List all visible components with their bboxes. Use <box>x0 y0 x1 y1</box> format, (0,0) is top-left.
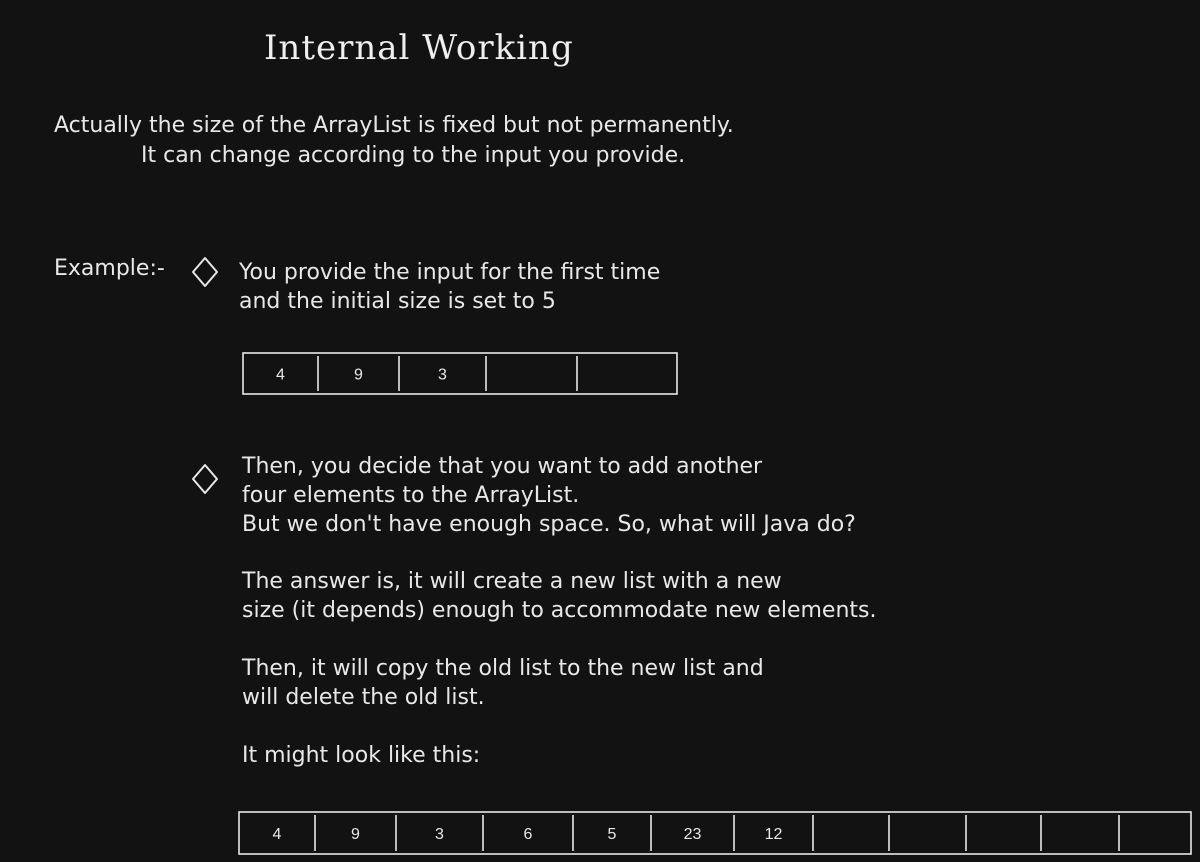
array2-cell-value: 5 <box>608 826 617 843</box>
array2-cell-value: 23 <box>684 826 702 843</box>
array2-cell-value: 12 <box>765 826 783 843</box>
array2-cell-value: 9 <box>351 826 360 843</box>
resized-array-diagram: 4 9 3 6 5 23 12 <box>238 811 1192 855</box>
array2-cell-value: 4 <box>273 826 282 843</box>
whiteboard-canvas: Internal Working Actually the size of th… <box>0 0 1200 862</box>
array2-cell-value: 6 <box>524 826 533 843</box>
array2-cell-value: 3 <box>435 826 444 843</box>
array2-outline <box>238 811 1192 855</box>
